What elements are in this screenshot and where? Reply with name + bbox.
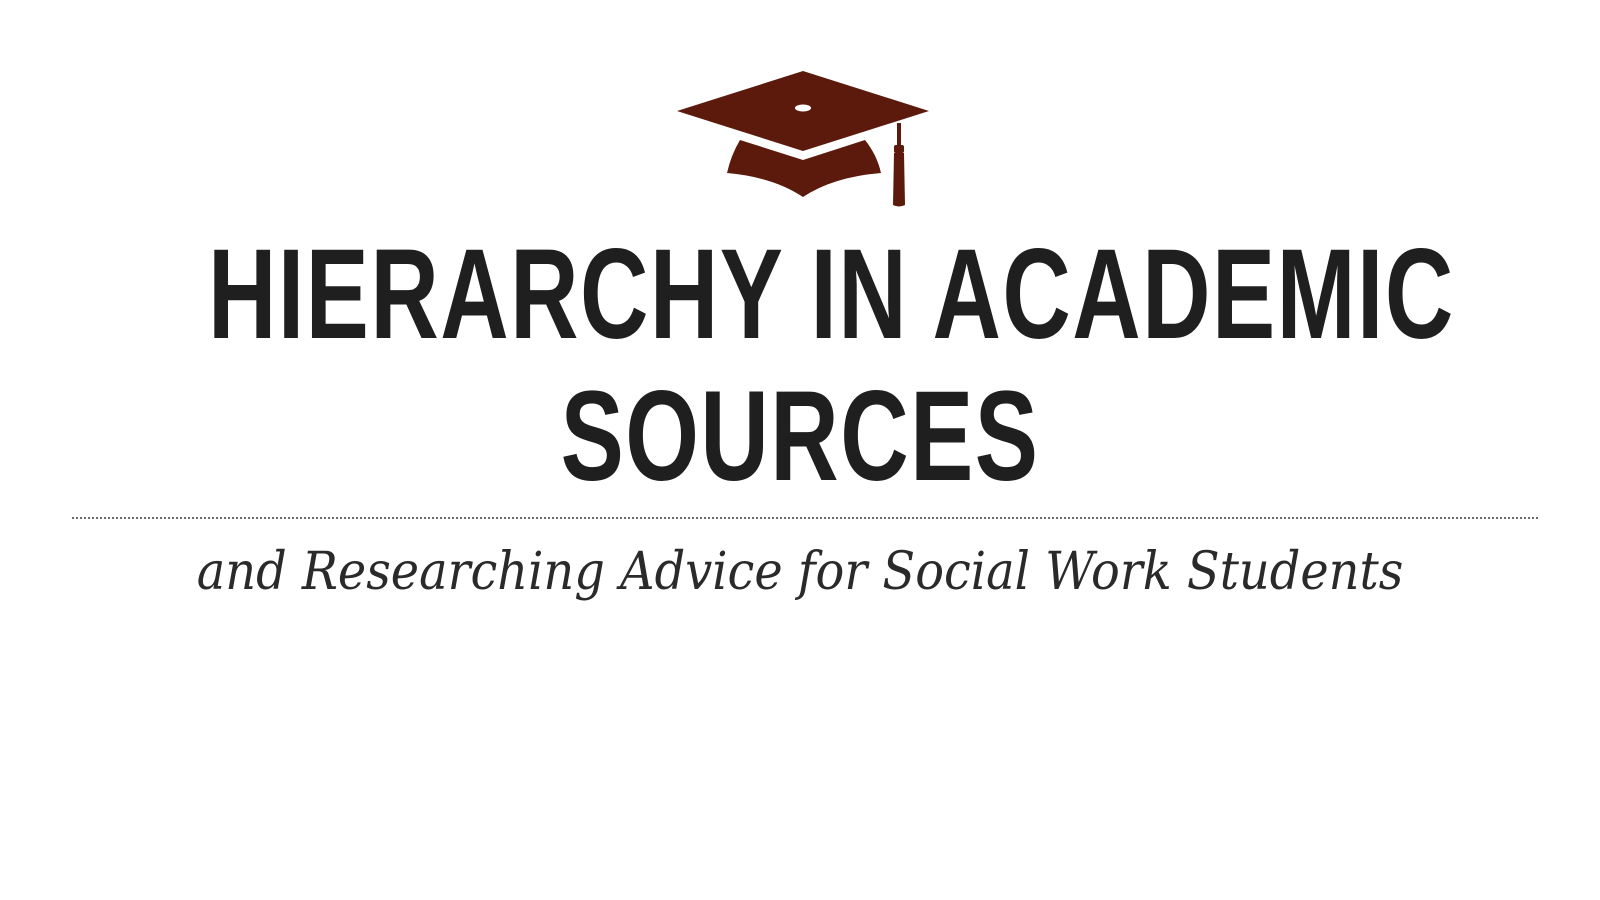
slide-title-line-1: HIERARCHY IN ACADEMIC: [208, 223, 1455, 366]
slide-subtitle: and Researching Advice for Social Work S…: [196, 542, 1404, 602]
dotted-divider: [72, 517, 1538, 519]
slide-title: HIERARCHY IN ACADEMIC SOURCES: [208, 223, 1455, 508]
title-slide: HIERARCHY IN ACADEMIC SOURCES and Resear…: [0, 0, 1600, 900]
slide-title-line-2: SOURCES: [560, 365, 1040, 508]
graduation-cap-icon: [677, 71, 929, 207]
